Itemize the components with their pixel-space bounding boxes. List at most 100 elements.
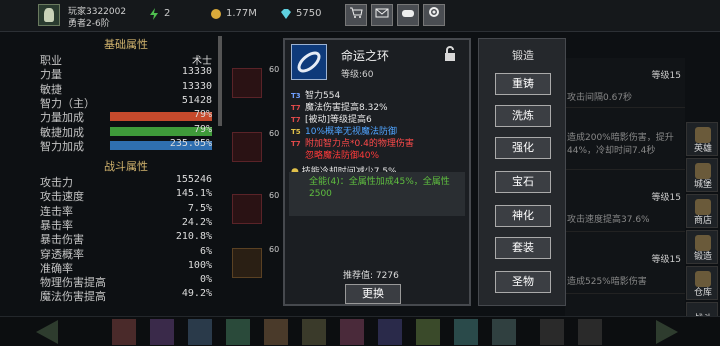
- stat-row: 穿透概率 6%: [40, 245, 212, 261]
- energy-value: 2: [164, 8, 171, 19]
- hero-portrait[interactable]: [150, 319, 174, 345]
- stat-value: 术士: [192, 56, 212, 67]
- item-affix: 忽略魔法防御40%: [291, 148, 379, 161]
- player-rank: 勇者2-6阶: [68, 19, 110, 29]
- stat-row: 职业 术士: [40, 52, 212, 67]
- mail-icon: [375, 8, 389, 18]
- stat-value: 79%: [193, 109, 212, 121]
- stat-value: 13330: [181, 66, 212, 78]
- gear-icon: [429, 7, 439, 17]
- skill-level: 等级15: [651, 71, 681, 81]
- stat-value: 210.8%: [175, 231, 212, 243]
- equip-level: 60: [269, 129, 280, 138]
- stat-value: 100%: [187, 259, 212, 271]
- cart-icon: [350, 7, 363, 18]
- sidebar-castle-button[interactable]: 城堡: [686, 158, 718, 192]
- refine-button[interactable]: 洗炼: [495, 105, 551, 127]
- hero-portrait[interactable]: [264, 319, 288, 345]
- settings-button[interactable]: [423, 4, 445, 26]
- stat-row: 智力（主） 51428: [40, 95, 212, 110]
- stat-row: 魔法伤害提高 49.2%: [40, 288, 212, 303]
- skill-row[interactable]: 造成200%暗影伤害，提升44%，冷却时间7.4秒: [565, 120, 685, 170]
- stat-row: 攻击速度 145.1%: [40, 188, 212, 203]
- sidebar-forge-button[interactable]: 锻造: [686, 230, 718, 264]
- set-bonus-text: 全能(4)：全属性加成45%，全属性2500: [309, 177, 450, 199]
- swap-button[interactable]: 更换: [345, 284, 401, 304]
- hero-portrait[interactable]: [492, 319, 516, 345]
- equip-level: 60: [269, 65, 280, 74]
- hero-portrait[interactable]: [188, 319, 212, 345]
- skill-row[interactable]: 等级15 攻击间隔0.67秒: [565, 58, 685, 108]
- sidebar-hero-button[interactable]: 英雄: [686, 122, 718, 156]
- stat-value: 235.05%: [169, 137, 212, 149]
- hero-portrait[interactable]: [378, 319, 402, 345]
- hero-portrait[interactable]: [416, 319, 440, 345]
- unlock-icon[interactable]: [443, 46, 457, 62]
- set-button[interactable]: 套装: [495, 237, 551, 259]
- sidebar-shop-button[interactable]: 商店: [686, 194, 718, 228]
- hero-bar: [0, 316, 720, 346]
- sidebar-label: 仓库: [693, 288, 712, 298]
- stat-row: 力量加成 79%: [40, 109, 212, 124]
- stat-value: 79%: [193, 123, 212, 135]
- equip-level: 60: [269, 245, 280, 254]
- gem-value: 5750: [296, 8, 322, 19]
- affix-text: 忽略魔法防御40%: [305, 151, 380, 161]
- mail-button[interactable]: [371, 4, 393, 26]
- forge-title: 锻造: [512, 49, 534, 62]
- shop-cart-button[interactable]: [345, 4, 367, 26]
- player-avatar[interactable]: [38, 4, 60, 26]
- skill-row[interactable]: 等级15 造成525%暗影伤害: [565, 244, 685, 294]
- hero-portrait[interactable]: [340, 319, 364, 345]
- sidebar-label: 英雄: [693, 144, 712, 154]
- skill-level: 等级15: [651, 255, 681, 265]
- stat-value: 6%: [199, 245, 212, 257]
- sidebar-label: 锻造: [693, 252, 712, 262]
- arrow-left-icon[interactable]: [36, 320, 58, 344]
- skill-level: 等级15: [651, 193, 681, 203]
- sidebar-label: 城堡: [693, 180, 712, 190]
- stat-row: 暴击伤害 210.8%: [40, 231, 212, 246]
- top-bar: 玩家3322002 勇者2-6阶 2 1.77M 5750: [0, 0, 720, 32]
- arrow-right-icon[interactable]: [656, 320, 678, 344]
- stat-value: 145.1%: [175, 188, 212, 200]
- deify-button[interactable]: 神化: [495, 205, 551, 227]
- item-detail-popup: 命运之环 等级:60 T3 智力554 T7 魔法伤害提高8.32% T7 [被动]等级提…: [283, 38, 471, 306]
- relic-button[interactable]: 圣物: [495, 271, 551, 293]
- hero-portrait[interactable]: [454, 319, 478, 345]
- enhance-button[interactable]: 强化: [495, 137, 551, 159]
- gamepad-button[interactable]: [397, 4, 419, 26]
- reforge-button[interactable]: 重铸: [495, 73, 551, 95]
- stat-value: 24.2%: [181, 216, 212, 228]
- stats-scrollbar[interactable]: [218, 36, 222, 126]
- sidebar-storage-button[interactable]: 仓库: [686, 266, 718, 300]
- hero-portrait[interactable]: [226, 319, 250, 345]
- stat-value: 13330: [181, 80, 212, 92]
- hero-portrait[interactable]: [302, 319, 326, 345]
- affix-tier: T3: [291, 92, 301, 100]
- skill-desc: 造成200%暗影伤害，提升44%，冷却时间7.4秒: [567, 133, 674, 156]
- lock-icon: [578, 319, 602, 345]
- equip-slot[interactable]: 60: [232, 129, 279, 162]
- skill-desc: 攻击速度提高37.6%: [567, 215, 650, 225]
- gem-button[interactable]: 宝石: [495, 171, 551, 193]
- stat-row: 敏捷加成 79%: [40, 123, 212, 139]
- equip-slot[interactable]: 60: [232, 65, 279, 98]
- hero-portrait[interactable]: [112, 319, 136, 345]
- stat-value: 49.2%: [181, 288, 212, 300]
- item-name: 命运之环: [341, 49, 390, 63]
- sidebar-label: 商店: [693, 216, 712, 226]
- gold-value: 1.77M: [226, 8, 257, 19]
- affix-tier: T5: [291, 128, 301, 136]
- equip-slot[interactable]: 60: [232, 191, 279, 224]
- skill-desc: 攻击间隔0.67秒: [567, 93, 633, 103]
- forge-panel: 锻造 重铸 洗炼 强化 宝石 神化 套装 圣物: [478, 38, 566, 306]
- set-bonus-box: 全能(4)：全属性加成45%，全属性2500: [289, 172, 465, 216]
- stat-row: 攻击力 155246: [40, 174, 212, 189]
- lock-icon: [540, 319, 564, 345]
- skill-row[interactable]: 等级15 攻击速度提高37.6%: [565, 182, 685, 232]
- stat-row: 连击率 7.5%: [40, 203, 212, 218]
- score-label: 推荐值:: [343, 271, 374, 281]
- affix-tier: T7: [291, 140, 301, 148]
- equip-slot[interactable]: 60: [232, 245, 279, 278]
